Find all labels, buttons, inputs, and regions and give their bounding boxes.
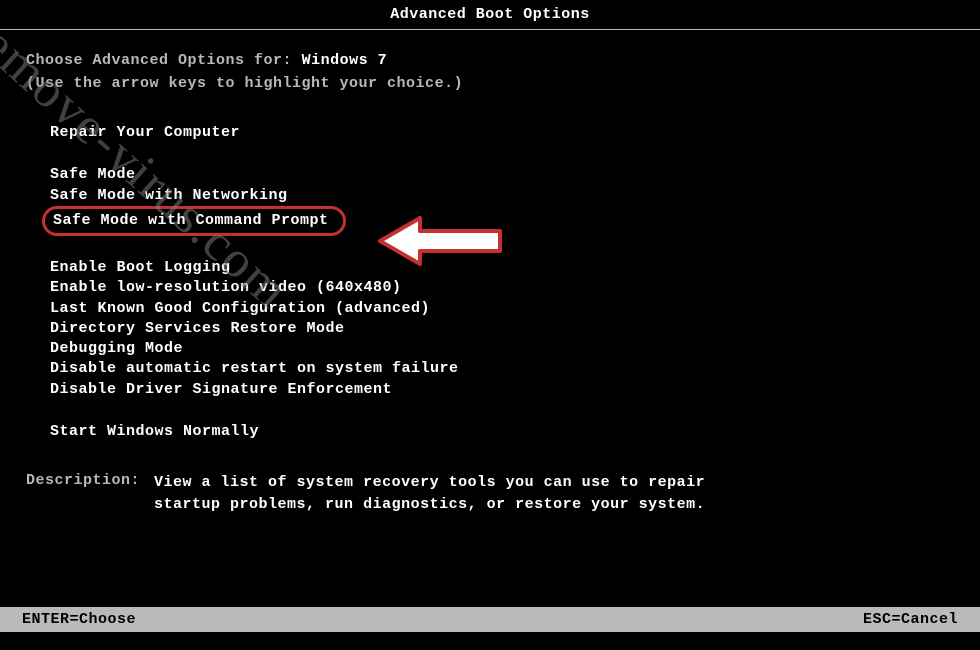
highlighted-option: Safe Mode with Command Prompt — [42, 206, 346, 236]
description-text: View a list of system recovery tools you… — [154, 472, 714, 516]
footer-enter: ENTER=Choose — [22, 611, 136, 628]
menu-low-res-video[interactable]: Enable low-resolution video (640x480) — [50, 278, 402, 298]
footer-esc: ESC=Cancel — [863, 611, 958, 628]
prompt-section: Choose Advanced Options for: Windows 7 (… — [26, 50, 954, 95]
description-block: Description: View a list of system recov… — [26, 472, 954, 516]
os-name: Windows 7 — [302, 52, 388, 69]
prompt-label: Choose Advanced Options for: — [26, 52, 292, 69]
title-bar: Advanced Boot Options — [0, 0, 980, 30]
footer-bar: ENTER=Choose ESC=Cancel — [0, 607, 980, 632]
menu-safe-mode[interactable]: Safe Mode — [50, 165, 136, 185]
menu-repair-computer[interactable]: Repair Your Computer — [50, 123, 240, 143]
menu-disable-driver-sig[interactable]: Disable Driver Signature Enforcement — [50, 380, 392, 400]
page-title: Advanced Boot Options — [390, 6, 590, 23]
menu-debugging-mode[interactable]: Debugging Mode — [50, 339, 183, 359]
menu-enable-boot-logging[interactable]: Enable Boot Logging — [50, 258, 231, 278]
menu-disable-auto-restart[interactable]: Disable automatic restart on system fail… — [50, 359, 459, 379]
menu-directory-services-restore[interactable]: Directory Services Restore Mode — [50, 319, 345, 339]
menu-safe-mode-command-prompt[interactable]: Safe Mode with Command Prompt — [53, 211, 329, 231]
content-area: Choose Advanced Options for: Windows 7 (… — [0, 30, 980, 516]
arrow-annotation-icon — [375, 213, 505, 269]
menu-safe-mode-networking[interactable]: Safe Mode with Networking — [50, 186, 288, 206]
menu-last-known-good[interactable]: Last Known Good Configuration (advanced) — [50, 299, 430, 319]
description-label: Description: — [26, 472, 140, 516]
menu-start-normally[interactable]: Start Windows Normally — [50, 422, 259, 442]
menu-section: Repair Your Computer Safe Mode Safe Mode… — [26, 123, 954, 442]
prompt-hint: (Use the arrow keys to highlight your ch… — [26, 73, 954, 96]
